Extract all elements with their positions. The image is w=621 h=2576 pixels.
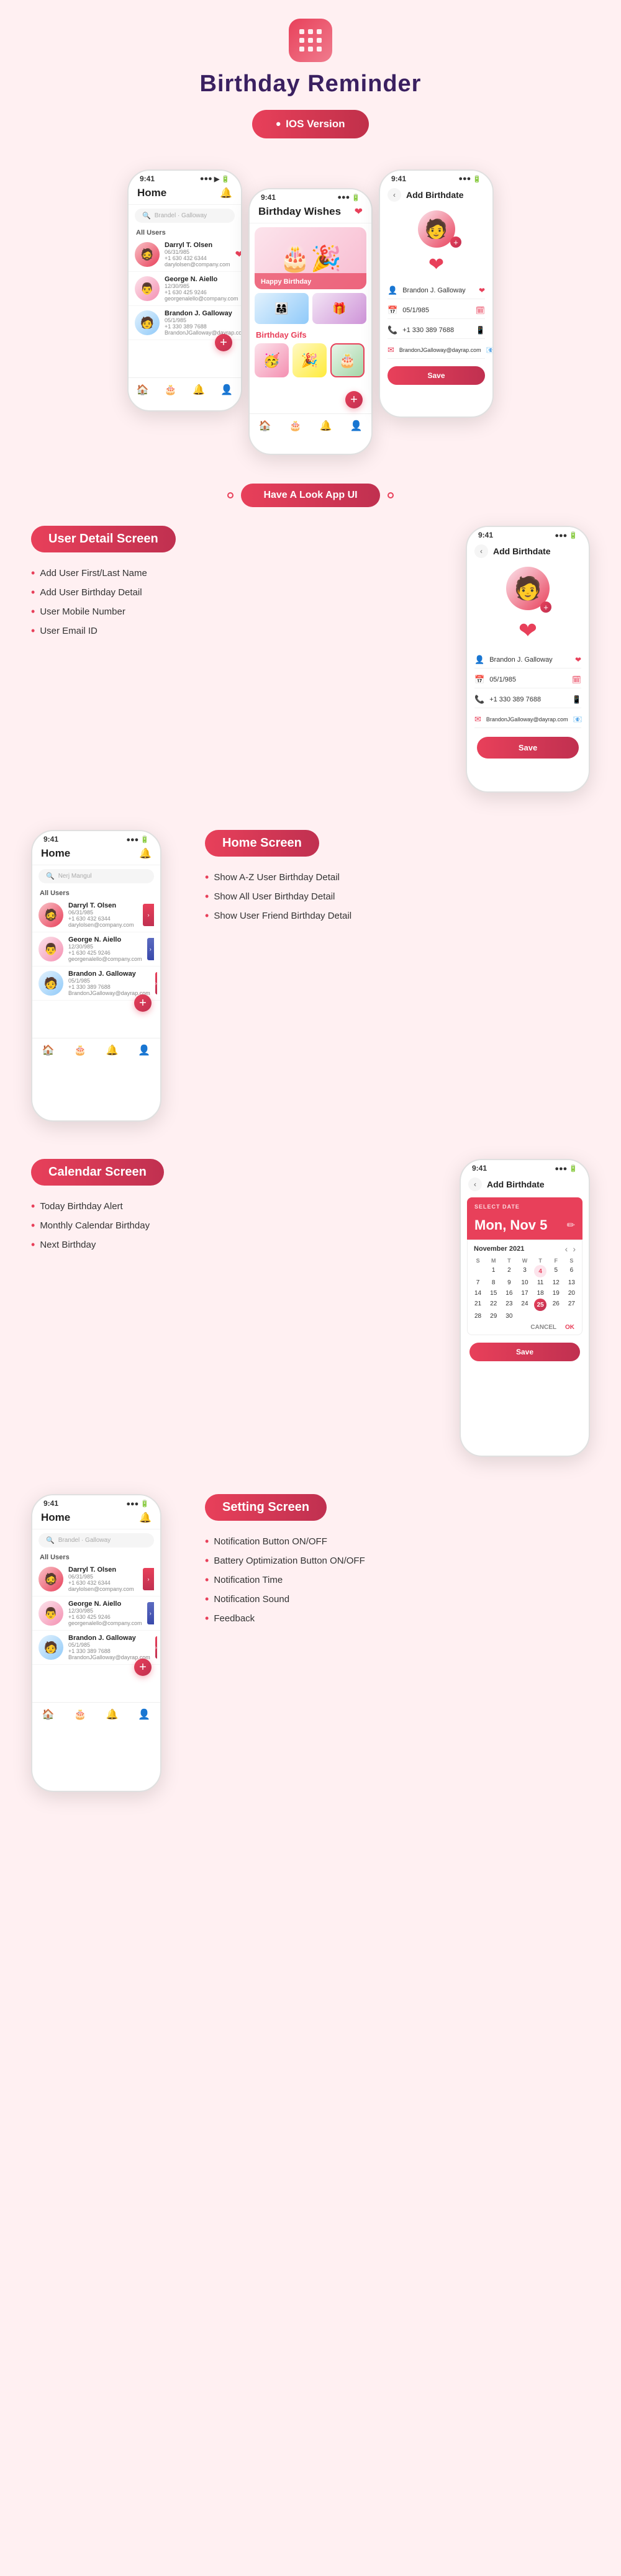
setting-item-1: Notification Button ON/OFF (205, 1532, 590, 1551)
email-field-detail[interactable]: ✉ BrandonJGalloway@dayrap.com 📧 (474, 711, 581, 728)
cal-item-2: Monthly Calendar Birthday (31, 1216, 435, 1235)
list-item-4: User Email ID (31, 621, 441, 641)
user-card-1[interactable]: 🧔 Darryl T. Olsen 06/31/985 +1 630 432 6… (129, 238, 241, 272)
add-photo-detail[interactable]: + (540, 601, 551, 613)
cal-grid: November 2021 ‹ › S M T W T F S (467, 1240, 582, 1335)
home-item-3: Show User Friend Birthday Detail (205, 906, 590, 925)
avatar-3: 🧑 (135, 310, 160, 335)
home-item-1: Show A-Z User Birthday Detail (205, 868, 590, 887)
setting-item-3: Notification Time (205, 1570, 590, 1590)
back-button-1[interactable]: ‹ (388, 188, 401, 202)
setting-section: Setting Screen Notification Button ON/OF… (0, 1482, 621, 1817)
phone-field-1[interactable]: 📞 +1 330 389 7688 📱 (388, 322, 485, 339)
save-button-detail[interactable]: Save (477, 737, 579, 759)
phone-add-1: 9:41 ●●●🔋 ‹ Add Birthdate 🧑 + ❤ 👤 Brando… (379, 169, 494, 418)
cal-prev[interactable]: ‹ (565, 1244, 568, 1254)
phone-status-2: 9:41 ●●●🔋 (250, 189, 371, 203)
tab-bar-h2: 🏠 🎂 🔔 👤 (32, 1038, 160, 1061)
home-screen-heading: Home Screen (205, 830, 319, 857)
email-field-1[interactable]: ✉ BrandonJGalloway@dayrap.com 📧 (388, 342, 485, 359)
home-search-set[interactable]: 🔍 Brandel · Galloway (39, 1533, 154, 1547)
phone-calendar: 9:41 ●●● 🔋 ‹ Add Birthdate SELECT DATE M… (460, 1159, 590, 1457)
app-icon (289, 19, 332, 62)
avatar-h2-1: 🧔 (39, 903, 63, 927)
date-field-detail[interactable]: 📅 05/1/985 🗓 (474, 672, 581, 688)
back-button-cal[interactable]: ‹ (468, 1178, 482, 1191)
avatar-h2-3: 🧑 (39, 971, 63, 996)
look-badge: Have A Look App UI (241, 484, 379, 507)
calendar-section: Calendar Screen Today Birthday Alert Mon… (0, 1146, 621, 1469)
phone2-header: Birthday Wishes ❤ (250, 203, 371, 223)
phone-setting: 9:41 ●●● 🔋 Home 🔔 🔍 Brandel · Galloway A… (31, 1494, 161, 1792)
avatar-big-1: 🧑 (418, 210, 455, 248)
phone-add-detail: 9:41 ●●● 🔋 ‹ Add Birthdate 🧑 + ❤ 👤 Brand… (466, 526, 590, 793)
name-field-1[interactable]: 👤 Brandon J. Galloway ❤ (388, 282, 485, 299)
user-card-h2-1[interactable]: 🧔 Darryl T. Olsen 06/31/985 +1 630 432 6… (32, 898, 160, 932)
list-item-3: User Mobile Number (31, 602, 441, 621)
phone-wishes: 9:41 ●●●🔋 Birthday Wishes ❤ 🎂🎉 Happy Bir… (248, 188, 373, 455)
avatar-h2-2: 👨 (39, 937, 63, 961)
birthday-thumbs: 👨‍👩‍👧 🎁 (255, 293, 366, 324)
calendar-list: Today Birthday Alert Monthly Calendar Bi… (31, 1197, 435, 1254)
home-search-2[interactable]: 🔍 Nerj Mangul (39, 869, 154, 883)
home-screen-section: Home Screen Show A-Z User Birthday Detai… (0, 817, 621, 1134)
user-card-set-1[interactable]: 🧔 Darryl T. Olsen 06/31/985 +1 630 432 6… (32, 1562, 160, 1596)
look-divider: Have A Look App UI (0, 474, 621, 513)
save-button-cal[interactable]: Save (469, 1343, 580, 1361)
hero-section: Birthday Reminder IOS Version (0, 0, 621, 169)
birthday-banner: 🎂🎉 Happy Birthday (255, 227, 366, 289)
list-item-2: Add User Birthday Detail (31, 583, 441, 602)
home-search-1[interactable]: 🔍 Brandel · Galloway (135, 209, 235, 223)
home-item-2: Show All User Birthday Detail (205, 887, 590, 906)
avatar-1: 🧔 (135, 242, 160, 267)
fab-setting[interactable]: + (134, 1659, 152, 1676)
date-field-1[interactable]: 📅 05/1/985 🗓 (388, 302, 485, 319)
app-title: Birthday Reminder (200, 71, 422, 97)
user-card-h2-2[interactable]: 👨 George N. Aiello 12/30/985 +1 630 425 … (32, 932, 160, 966)
user-detail-section: User Detail Screen Add User First/Last N… (0, 513, 621, 805)
cal-big-date-row: Mon, Nov 5 ✏ (467, 1215, 582, 1240)
gifs-section-header: Birthday Gifs (250, 327, 371, 341)
add-photo-button[interactable]: + (450, 236, 461, 248)
user-card-2[interactable]: 👨 George N. Aiello 12/30/985 +1 630 425 … (129, 272, 241, 306)
ios-badge: IOS Version (252, 110, 368, 138)
setting-list: Notification Button ON/OFF Battery Optim… (205, 1532, 590, 1628)
setting-item-4: Notification Sound (205, 1590, 590, 1609)
fab-button-1[interactable]: + (215, 334, 232, 351)
setting-heading: Setting Screen (205, 1494, 327, 1521)
cal-ok-btn[interactable]: OK (565, 1324, 574, 1331)
cal-cancel-btn[interactable]: CANCEL (530, 1324, 556, 1331)
list-item-1: Add User First/Last Name (31, 564, 441, 583)
calendar-heading: Calendar Screen (31, 1159, 164, 1186)
phone1-header: Home 🔔 (129, 184, 241, 205)
phone-field-detail[interactable]: 📞 +1 330 389 7688 📱 (474, 691, 581, 708)
cal-item-3: Next Birthday (31, 1235, 435, 1254)
phone-home-2: 9:41 ●●● 🔋 Home 🔔 🔍 Nerj Mangul All User… (31, 830, 161, 1122)
fab-button-h2[interactable]: + (134, 994, 152, 1012)
user-detail-heading: User Detail Screen (31, 526, 176, 552)
user-card-set-2[interactable]: 👨 George N. Aiello 12/30/985 +1 630 425 … (32, 1596, 160, 1631)
cal-select-label: SELECT DATE (467, 1197, 582, 1215)
cal-next[interactable]: › (573, 1244, 576, 1254)
phones-row: 9:41 ●●● ▶ 🔋 Home 🔔 🔍 Brandel · Galloway… (0, 169, 621, 474)
avatar-2: 👨 (135, 276, 160, 301)
home-screen-list: Show A-Z User Birthday Detail Show All U… (205, 868, 590, 925)
setting-item-5: Feedback (205, 1609, 590, 1628)
fab-button-2[interactable]: + (345, 391, 363, 408)
phone-status-3: 9:41 ●●●🔋 (380, 171, 492, 184)
back-button-detail[interactable]: ‹ (474, 544, 488, 558)
phone3-header: ‹ Add Birthdate (380, 184, 492, 204)
phone-status-1: 9:41 ●●● ▶ 🔋 (129, 171, 241, 184)
tab-bar-2: 🏠 🎂 🔔 👤 (250, 413, 371, 437)
name-field-detail[interactable]: 👤 Brandon J. Galloway ❤ (474, 652, 581, 669)
tab-bar-set: 🏠 🎂 🔔 👤 (32, 1702, 160, 1726)
phone-home: 9:41 ●●● ▶ 🔋 Home 🔔 🔍 Brandel · Galloway… (127, 169, 242, 412)
cal-item-1: Today Birthday Alert (31, 1197, 435, 1216)
gifs-row: 🥳 🎉 🎂 (250, 341, 371, 382)
save-button-1[interactable]: Save (388, 366, 485, 385)
setting-item-2: Battery Optimization Button ON/OFF (205, 1551, 590, 1570)
tab-bar-1: 🏠 🎂 🔔 👤 (129, 377, 241, 401)
user-detail-list: Add User First/Last Name Add User Birthd… (31, 564, 441, 641)
